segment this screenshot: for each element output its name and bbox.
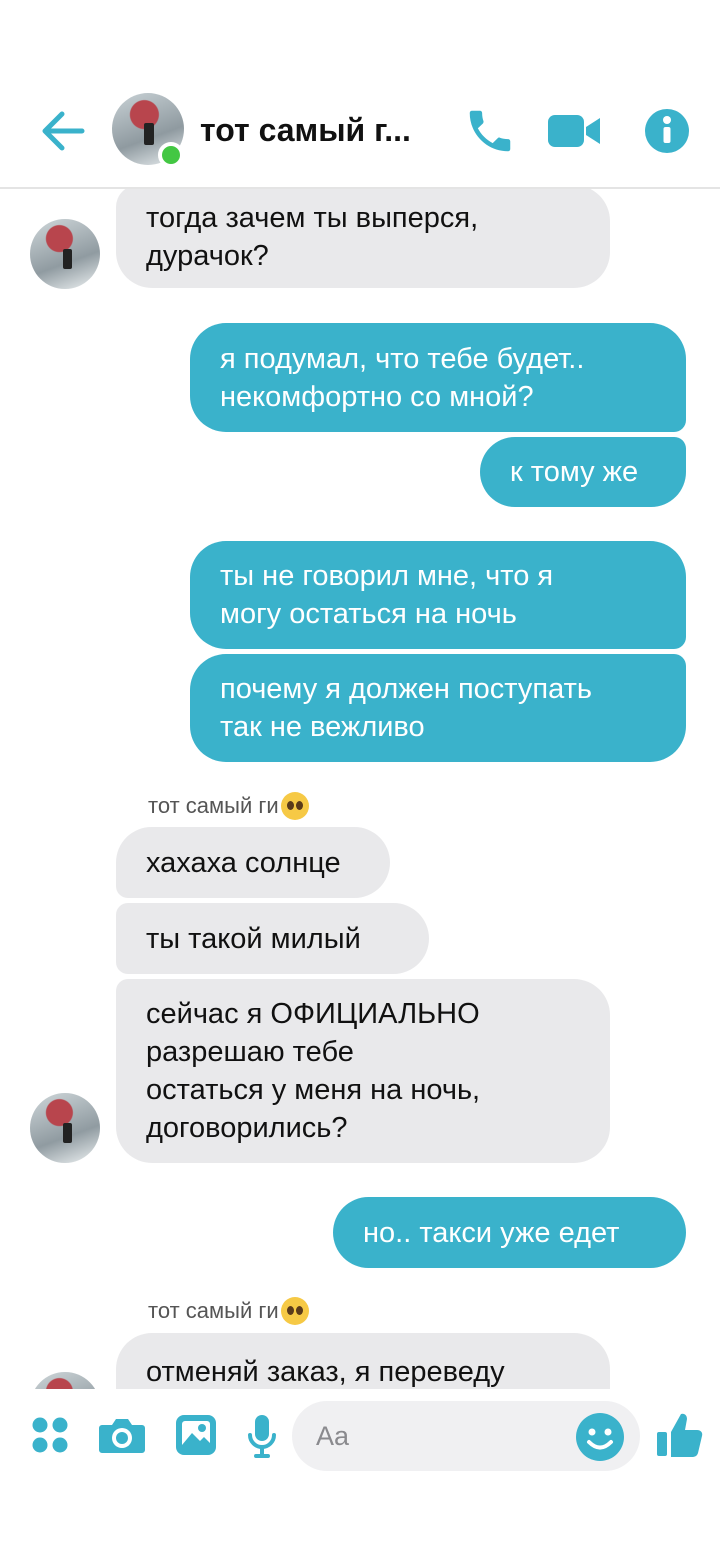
message-line: я подумал, что тебе будет.. <box>220 342 585 375</box>
outgoing-message[interactable]: я подумал, что тебе будет.. некомфортно … <box>190 323 686 432</box>
message-line: ты такой милый <box>146 922 361 955</box>
outgoing-message[interactable]: к тому же <box>480 437 686 507</box>
message-line: к тому же <box>510 456 639 488</box>
message-line: так не вежливо <box>220 711 425 743</box>
video-icon[interactable] <box>546 103 602 159</box>
message-line: могу остаться на ночь <box>220 598 517 630</box>
sender-name-text: тот самый ги <box>148 1298 279 1323</box>
message-list[interactable]: тогда зачем ты выперся, дурачок? я подум… <box>0 189 720 1389</box>
sender-name: тот самый ги <box>148 1297 309 1325</box>
incoming-message[interactable]: ты такой милый <box>116 903 429 974</box>
like-icon[interactable] <box>654 1409 706 1461</box>
message-line: ты не говорил мне, что я <box>220 560 554 592</box>
chat-header: тот самый г... <box>0 0 720 189</box>
contact-avatar-small[interactable] <box>30 1372 100 1389</box>
message-line: разрешаю тебе <box>146 1036 354 1068</box>
message-line: отменяй заказ, я переведу <box>146 1356 505 1388</box>
contact-avatar-small[interactable] <box>30 219 100 289</box>
apps-icon[interactable] <box>28 1413 72 1457</box>
message-line: остаться у меня на ночь, <box>146 1074 481 1106</box>
outgoing-message[interactable]: но.. такси уже едет <box>333 1197 686 1268</box>
contact-avatar-small[interactable] <box>30 1093 100 1163</box>
phone-icon[interactable] <box>462 103 518 159</box>
incoming-message[interactable]: тогда зачем ты выперся, дурачок? <box>116 189 610 288</box>
message-line: сейчас я ОФИЦИАЛЬНО <box>146 998 480 1030</box>
sender-name-text: тот самый ги <box>148 793 279 818</box>
back-arrow-icon[interactable] <box>38 106 88 156</box>
message-line: почему я должен поступать <box>220 673 592 705</box>
outgoing-message[interactable]: почему я должен поступать так не вежливо <box>190 654 686 762</box>
message-input-placeholder: Aa <box>316 1420 350 1451</box>
camera-icon[interactable] <box>96 1413 148 1457</box>
message-line: некомфортно со мной? <box>220 380 534 413</box>
gallery-icon[interactable] <box>172 1411 220 1459</box>
incoming-message[interactable]: отменяй заказ, я переведу <box>116 1333 610 1389</box>
message-line: хахаха солнце <box>146 846 341 879</box>
info-icon[interactable] <box>639 103 695 159</box>
message-line: дурачок? <box>146 239 269 272</box>
online-status-dot <box>158 142 184 168</box>
outgoing-message[interactable]: ты не говорил мне, что я могу остаться н… <box>190 541 686 649</box>
microphone-icon[interactable] <box>242 1411 282 1461</box>
incoming-message[interactable]: хахаха солнце <box>116 827 390 898</box>
message-line: но.. такси уже едет <box>363 1216 620 1249</box>
incoming-message[interactable]: сейчас я ОФИЦИАЛЬНО разрешаю тебе остать… <box>116 979 610 1163</box>
emoji-icon[interactable] <box>574 1411 626 1463</box>
message-line: договорились? <box>146 1112 348 1144</box>
pleading-face-emoji-icon <box>280 792 309 820</box>
contact-name[interactable]: тот самый г... <box>200 112 411 149</box>
message-composer: Aa <box>0 1389 720 1560</box>
message-line: тогда зачем ты выперся, <box>146 201 479 234</box>
sender-name: тот самый ги <box>148 792 309 820</box>
pleading-face-emoji-icon <box>280 1297 309 1325</box>
